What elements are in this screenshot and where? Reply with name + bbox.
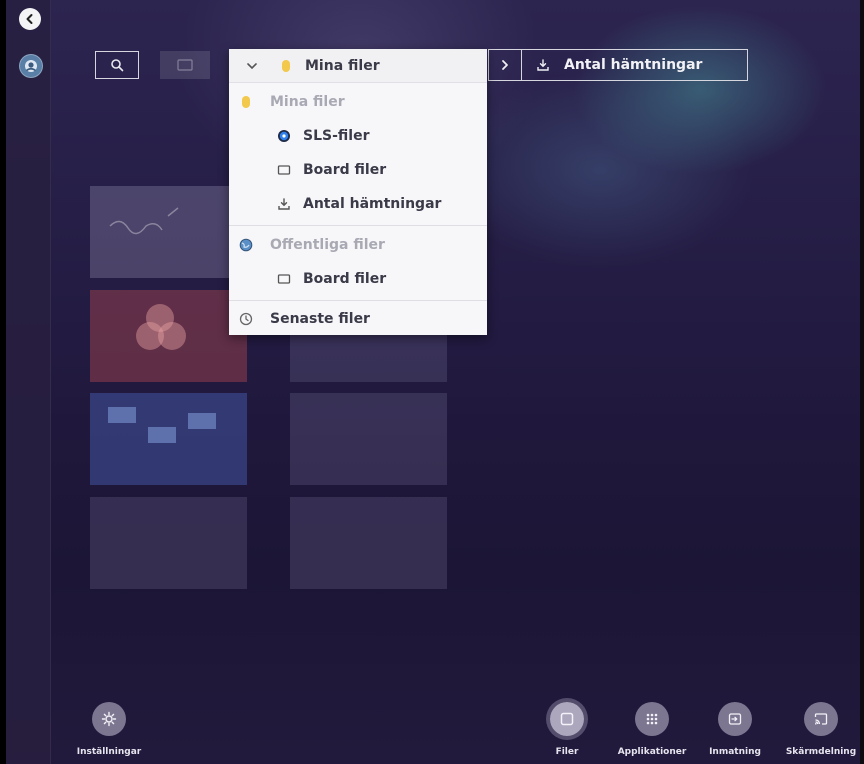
gear-icon	[101, 711, 117, 727]
view-toggle-button[interactable]	[160, 51, 210, 79]
file-thumbnail[interactable]	[90, 290, 247, 382]
menu-item-antal-hamtningar[interactable]: Antal hämtningar	[229, 187, 487, 221]
dock-label: Skärmdelning	[785, 747, 857, 757]
chevron-left-icon	[26, 14, 33, 24]
path-current-label: Antal hämtningar	[564, 57, 703, 73]
dock-settings[interactable]: Inställningar	[71, 702, 147, 757]
screenshare-button[interactable]	[804, 702, 838, 736]
file-thumbnail[interactable]	[290, 393, 447, 485]
dock-label: Inmatning	[709, 747, 761, 757]
location-dropdown: Mina filer Mina filer SLS-filer Board fi…	[229, 49, 487, 335]
clock-icon	[235, 312, 257, 326]
dock-files[interactable]: Filer	[533, 702, 601, 757]
dock-label: Filer	[555, 747, 579, 757]
menu-item-label: Board filer	[303, 162, 387, 178]
files-button[interactable]	[550, 702, 584, 736]
board-icon	[273, 164, 295, 176]
menu-item-label: Board filer	[303, 271, 387, 287]
file-thumbnail[interactable]	[90, 186, 247, 278]
board-icon	[273, 273, 295, 285]
globe-icon	[235, 238, 257, 252]
menu-item-label: Senaste filer	[270, 311, 370, 327]
blocks-preview	[108, 407, 216, 443]
dock-screenshare[interactable]: Skärmdelning	[782, 702, 860, 757]
section-mina-filer[interactable]: Mina filer	[229, 85, 487, 119]
path-current[interactable]: Antal hämtningar	[522, 57, 702, 73]
menu-item-label: SLS-filer	[303, 128, 370, 144]
avatar-icon	[25, 60, 37, 72]
chevron-down-icon	[241, 61, 263, 71]
section-title: Offentliga filer	[270, 237, 385, 253]
dropdown-divider	[229, 225, 487, 226]
chevron-right-icon	[502, 60, 508, 70]
avatar[interactable]	[19, 54, 43, 78]
section-offentliga-filer[interactable]: Offentliga filer	[229, 228, 487, 262]
dock-label: Applikationer	[617, 747, 687, 757]
left-sidebar	[6, 0, 51, 764]
menu-item-sls-filer[interactable]: SLS-filer	[229, 119, 487, 153]
apps-button[interactable]	[635, 702, 669, 736]
search-icon	[111, 59, 124, 72]
sketch-preview	[109, 207, 179, 235]
screen-edge-right	[860, 0, 864, 764]
apps-grid-icon	[646, 713, 658, 725]
settings-button[interactable]	[92, 702, 126, 736]
menu-item-board-filer[interactable]: Board filer	[229, 153, 487, 187]
dropdown-header[interactable]: Mina filer	[229, 49, 487, 83]
section-title: Mina filer	[270, 94, 345, 110]
input-button[interactable]	[718, 702, 752, 736]
sls-disc-icon	[273, 129, 295, 143]
file-icon	[560, 712, 574, 726]
file-thumbnail[interactable]	[90, 497, 247, 589]
download-icon	[273, 197, 295, 211]
menu-item-public-board-filer[interactable]: Board filer	[229, 262, 487, 296]
folder-yellow-icon	[275, 59, 297, 73]
dock-label: Inställningar	[76, 747, 142, 757]
input-source-icon	[728, 713, 742, 725]
dropdown-header-label: Mina filer	[305, 57, 380, 74]
file-thumbnail[interactable]	[90, 393, 247, 485]
path-expand-button[interactable]	[489, 50, 522, 80]
folder-yellow-icon	[235, 95, 257, 109]
shape-preview	[136, 304, 186, 350]
back-button[interactable]	[19, 8, 41, 30]
folder-view-icon	[177, 59, 193, 71]
dropdown-divider	[229, 300, 487, 301]
file-thumbnail[interactable]	[290, 497, 447, 589]
search-button[interactable]	[95, 51, 139, 79]
path-bar[interactable]: Antal hämtningar	[488, 49, 748, 81]
dock-apps[interactable]: Applikationer	[614, 702, 690, 757]
menu-item-senaste-filer[interactable]: Senaste filer	[229, 302, 487, 336]
menu-item-label: Antal hämtningar	[303, 196, 442, 212]
cast-icon	[814, 713, 828, 725]
download-icon	[536, 58, 550, 72]
dock-input[interactable]: Inmatning	[700, 702, 770, 757]
